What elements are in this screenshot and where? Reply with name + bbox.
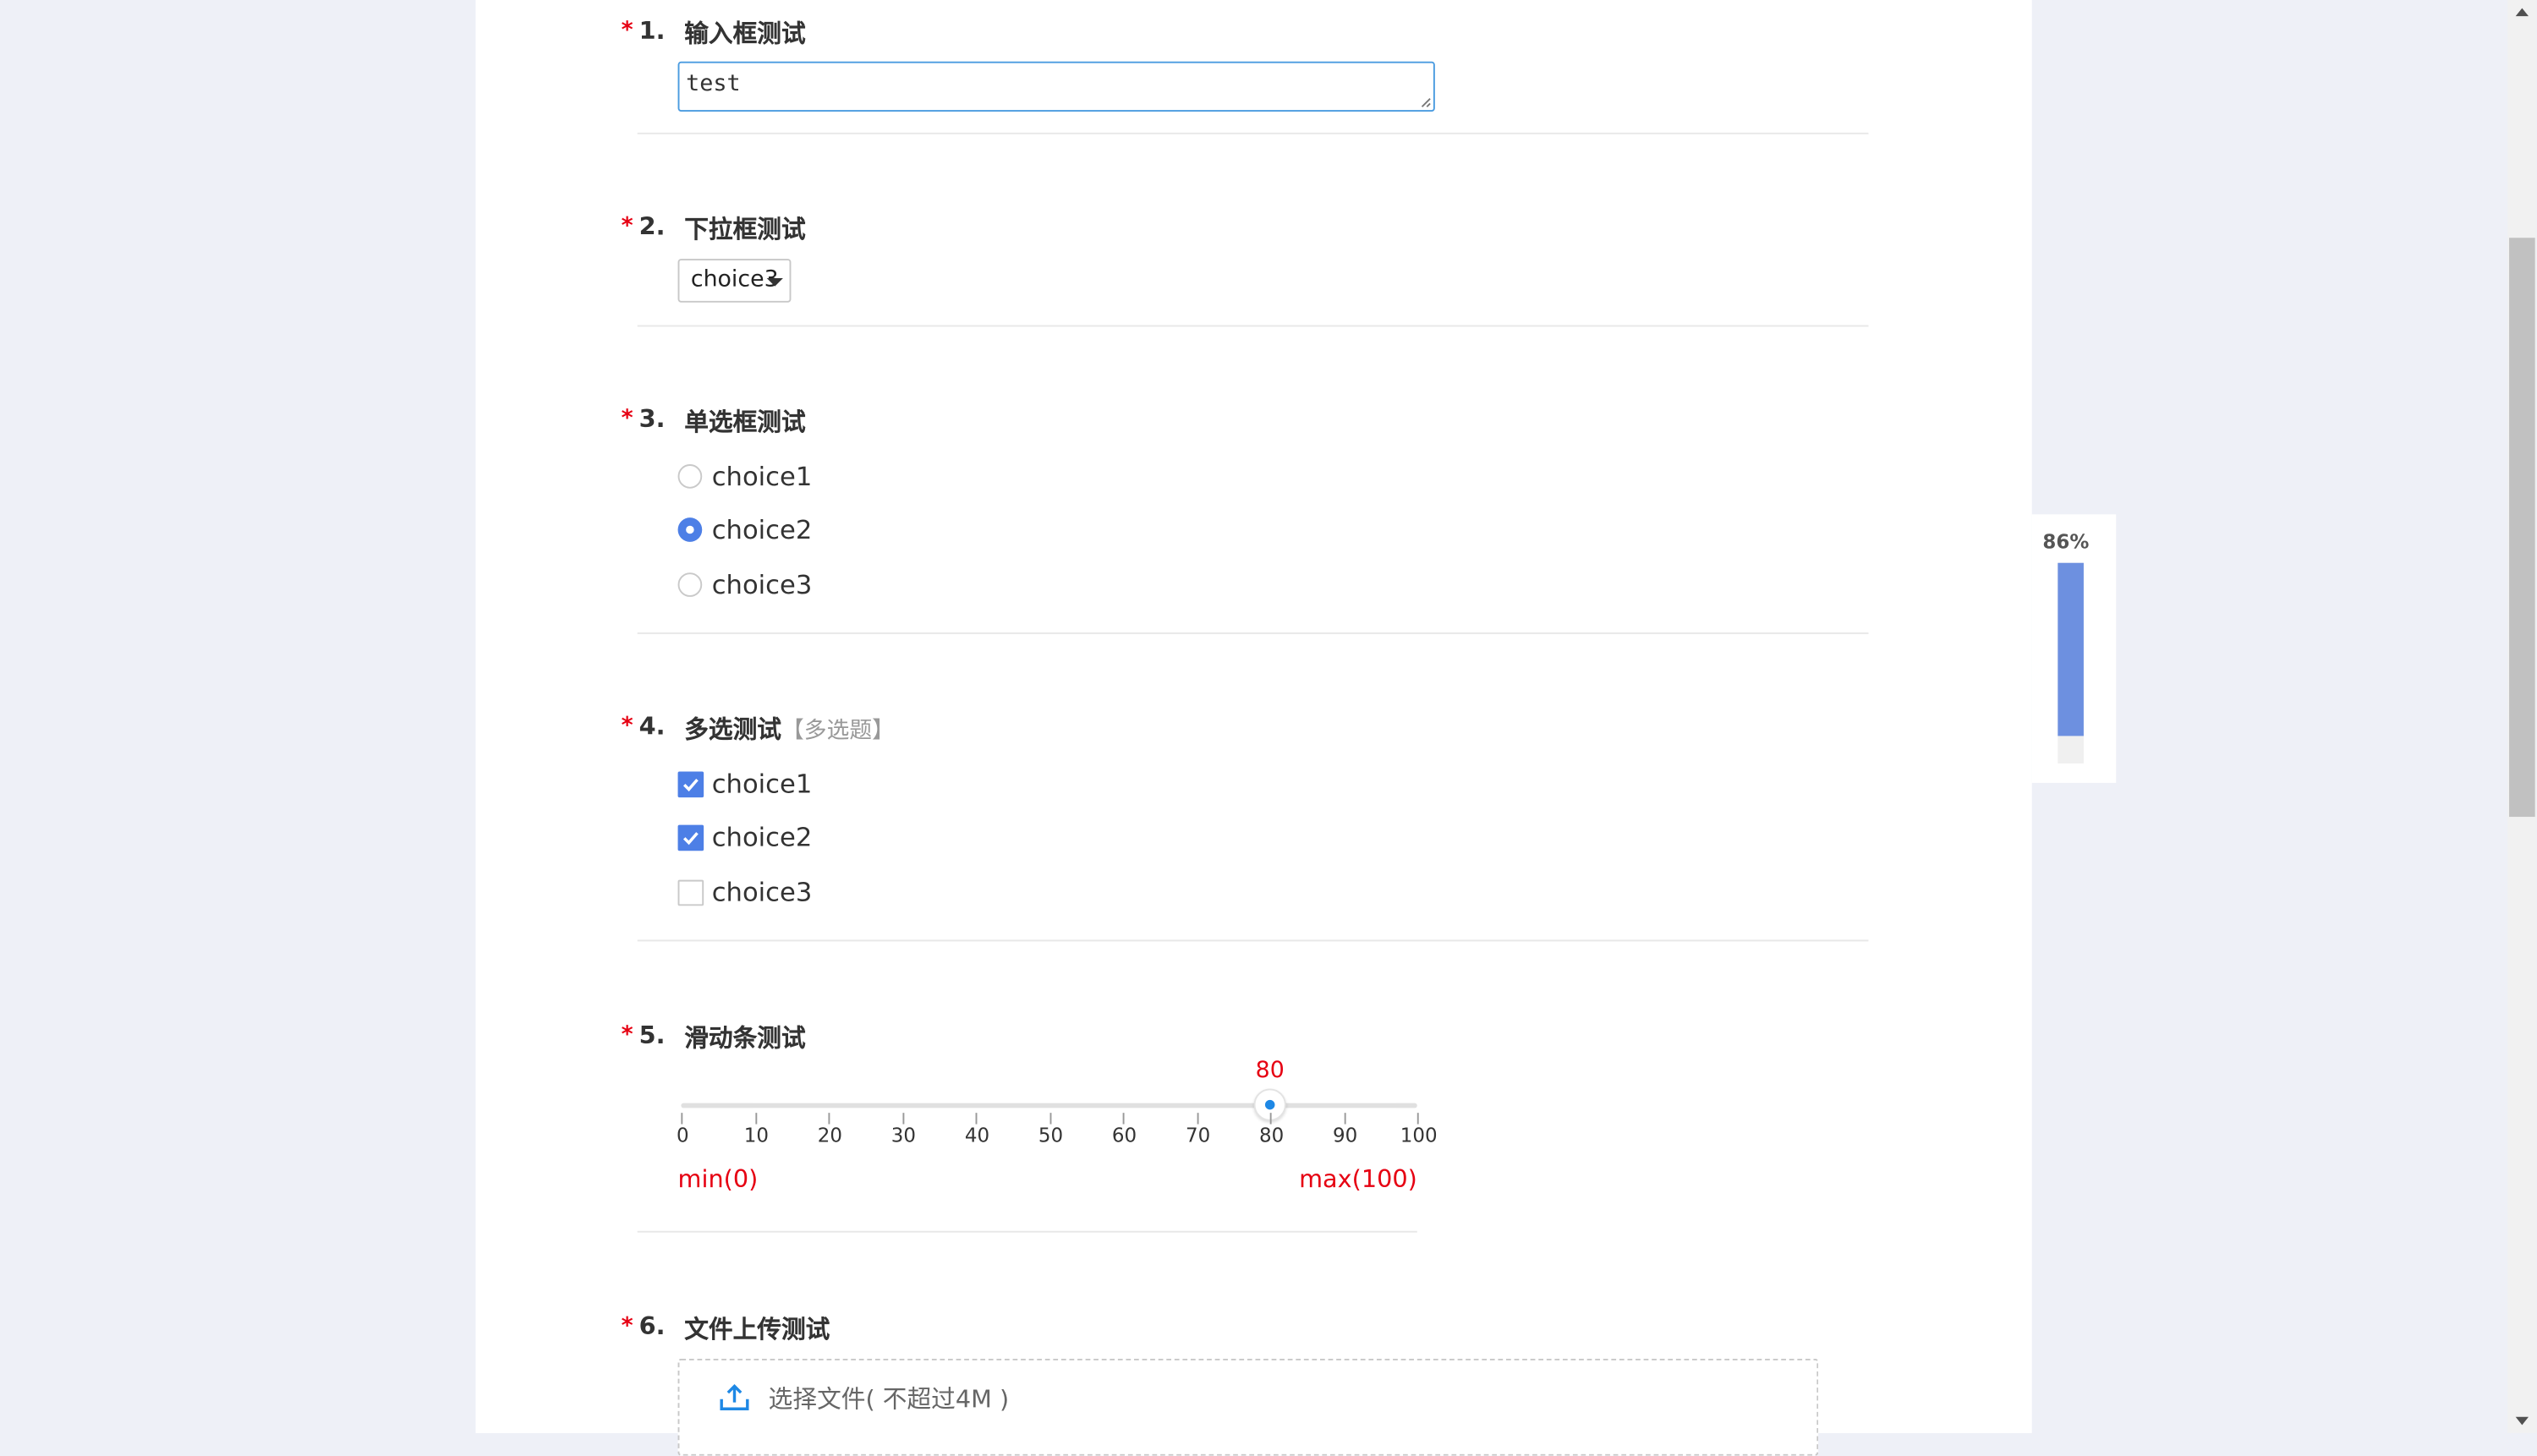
divider	[637, 939, 1869, 942]
slider-tick-label: 30	[890, 1124, 917, 1147]
slider-tick-label: 60	[1111, 1124, 1137, 1147]
file-upload-dropzone[interactable]: 选择文件( 不超过4M )	[677, 1358, 1819, 1456]
question-number: 5.	[638, 1021, 666, 1050]
slider-tick-label: 70	[1185, 1124, 1211, 1147]
slider-tick	[1269, 1113, 1272, 1125]
question-number: 3.	[638, 404, 666, 434]
progress-percent: 86%	[2042, 530, 2090, 554]
survey-form: * 1. 输入框测试 test * 2. 下拉框测试 choice3 * 3. …	[475, 0, 2032, 1456]
checkbox-checked[interactable]	[677, 771, 704, 798]
question-number: 2.	[638, 211, 666, 242]
radio-label: choice1	[711, 461, 813, 492]
required-mark: *	[621, 1022, 633, 1048]
upload-icon	[720, 1384, 749, 1410]
range-slider[interactable]: 80 min(0) max(100) 0 10 20 30 40 50 60 70 80 90 10…	[676, 1054, 1438, 1208]
slider-tick-label: 50	[1038, 1124, 1064, 1147]
divider	[637, 1230, 1417, 1233]
progress-indicator: 86%	[2031, 514, 2117, 783]
radio-label: choice3	[711, 569, 813, 600]
question-title: 滑动条测试	[684, 1023, 806, 1054]
question-title: 文件上传测试	[684, 1315, 830, 1344]
checkmark-icon	[682, 778, 699, 792]
slider-tick-label: 10	[743, 1124, 769, 1147]
slider-tick	[1416, 1113, 1419, 1125]
text-input-field[interactable]: test	[677, 61, 1435, 112]
multi-select-note: 【多选题】	[781, 718, 895, 744]
slider-tick	[681, 1113, 683, 1125]
slider-value-label: 80	[1255, 1058, 1285, 1084]
text-input-value: test	[686, 71, 741, 97]
checkbox-label: choice3	[711, 876, 813, 908]
checkbox-unchecked[interactable]	[677, 879, 704, 906]
page: * 1. 输入框测试 test * 2. 下拉框测试 choice3 * 3. …	[0, 0, 2537, 1456]
question-title: 输入框测试	[684, 19, 806, 49]
question-title: 下拉框测试	[684, 215, 806, 244]
scrollbar[interactable]	[2507, 0, 2537, 1433]
upload-text: 选择文件( 不超过4M )	[768, 1384, 1010, 1414]
divider	[637, 132, 1869, 134]
checkmark-icon	[682, 832, 699, 846]
required-mark: *	[621, 406, 633, 432]
radio-button[interactable]	[677, 572, 703, 597]
radio-button[interactable]	[677, 464, 703, 489]
slider-tick	[754, 1113, 757, 1125]
progress-fill	[2058, 562, 2084, 736]
dropdown-select[interactable]: choice3	[677, 259, 792, 303]
slider-tick	[1343, 1113, 1345, 1125]
slider-tick-label: 100	[1400, 1124, 1438, 1147]
slider-max-label: max(100)	[1299, 1164, 1417, 1194]
slider-tick-label: 40	[964, 1124, 990, 1147]
divider	[637, 632, 1869, 634]
slider-tick-label: 80	[1259, 1124, 1285, 1147]
slider-tick-label: 90	[1333, 1124, 1358, 1147]
dropdown-selected-value: choice3	[690, 266, 779, 293]
question-number: 1.	[638, 16, 666, 46]
slider-tick-label: 20	[817, 1124, 842, 1147]
required-mark: *	[621, 713, 633, 740]
scrollbar-thumb[interactable]	[2509, 238, 2535, 818]
caret-down-icon	[766, 278, 783, 287]
slider-tick	[828, 1113, 830, 1125]
scroll-down-arrow-icon[interactable]	[2507, 1409, 2536, 1433]
checkbox-checked[interactable]	[677, 824, 704, 851]
slider-tick	[975, 1113, 978, 1125]
slider-min-label: min(0)	[677, 1164, 759, 1194]
question-number: 6.	[638, 1311, 666, 1341]
required-mark: *	[621, 213, 633, 240]
divider	[637, 325, 1869, 327]
required-mark: *	[621, 1313, 633, 1339]
scroll-up-arrow-icon[interactable]	[2507, 0, 2536, 25]
question-number: 4.	[638, 711, 666, 742]
question-title: 单选框测试	[684, 408, 806, 437]
progress-track	[2058, 562, 2084, 764]
checkbox-label: choice1	[711, 768, 813, 800]
checkbox-label: choice2	[711, 821, 813, 853]
question-title: 多选测试【多选题】	[684, 712, 895, 746]
required-mark: *	[621, 18, 633, 44]
slider-tick-label: 0	[676, 1124, 689, 1147]
slider-tick	[1122, 1113, 1125, 1125]
slider-tick	[901, 1113, 904, 1125]
question-title-text: 多选测试	[684, 714, 782, 744]
radio-label: choice2	[711, 514, 813, 545]
resize-grip-icon[interactable]	[1421, 97, 1432, 108]
slider-tick	[1049, 1113, 1051, 1125]
slider-track[interactable]	[681, 1103, 1417, 1108]
radio-button-selected[interactable]	[677, 517, 703, 542]
slider-tick	[1196, 1113, 1198, 1125]
